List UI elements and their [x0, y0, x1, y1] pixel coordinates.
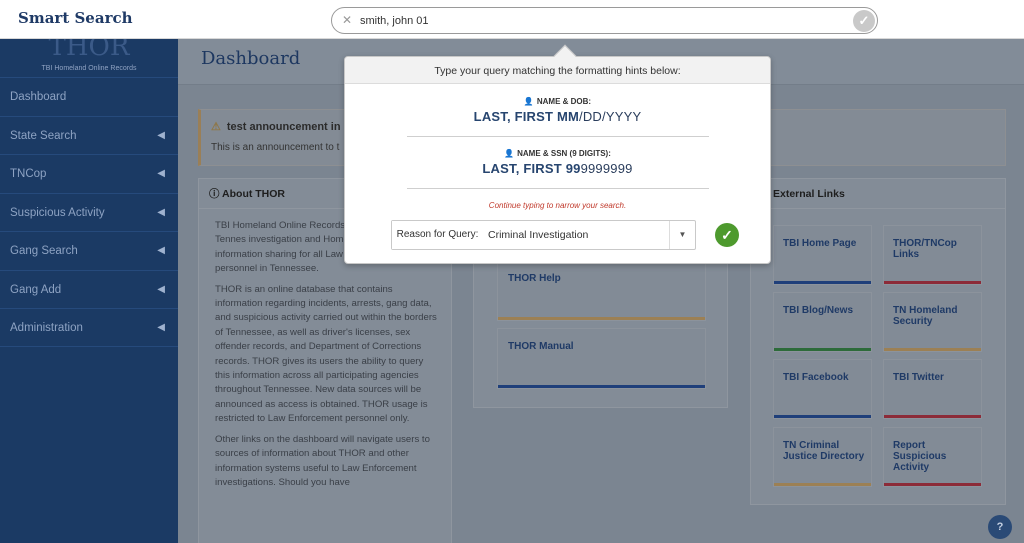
- smart-search-box[interactable]: ✕ ✓: [331, 7, 878, 34]
- link-report-suspicious-activity[interactable]: Report Suspicious Activity: [883, 427, 982, 487]
- sidebar-item-dashboard[interactable]: Dashboard: [0, 77, 178, 116]
- link-label: TBI Twitter: [893, 372, 944, 383]
- search-hint-popup: Type your query matching the formatting …: [344, 44, 771, 264]
- tile-accent-bar: [774, 281, 871, 284]
- user-icon: 👤: [504, 149, 515, 158]
- sidebar-item-label: Suspicious Activity: [10, 206, 105, 219]
- popup-header: Type your query matching the formatting …: [345, 57, 770, 84]
- link-tn-homeland-security[interactable]: TN Homeland Security: [883, 292, 982, 352]
- sidebar-item-label: Gang Add: [10, 283, 62, 296]
- reason-label: Reason for Query:: [392, 221, 484, 249]
- divider: [406, 188, 709, 189]
- sidebar-item-state-search[interactable]: State Search ◀: [0, 115, 178, 155]
- check-icon[interactable]: ✓: [853, 10, 875, 32]
- help-button[interactable]: ?: [988, 515, 1012, 539]
- hint-label: NAME & DOB:: [536, 97, 592, 106]
- caret-left-icon: ◀: [157, 129, 165, 141]
- logo-subtitle: TBI Homeland Online Records: [41, 65, 137, 72]
- external-links-panel: External Links TBI Home Page THOR/TNCop …: [750, 178, 1006, 505]
- page-title: Dashboard: [201, 48, 301, 69]
- about-paragraph: Other links on the dashboard will naviga…: [215, 433, 430, 488]
- announcement-body: This is an announcement to t: [211, 142, 340, 153]
- chevron-down-icon[interactable]: ▼: [669, 221, 695, 249]
- caret-left-icon: ◀: [157, 168, 165, 179]
- sidebar-item-tncop[interactable]: TNCop ◀: [0, 154, 178, 193]
- about-paragraph: THOR is an online database that contains…: [215, 283, 437, 425]
- tile-accent-bar: [884, 348, 981, 351]
- search-input[interactable]: [360, 11, 840, 31]
- link-label: TBI Home Page: [783, 238, 857, 249]
- tile-accent-bar: [498, 317, 705, 320]
- caret-left-icon: ◀: [157, 206, 165, 218]
- sidebar-item-label: Dashboard: [10, 91, 67, 103]
- link-label: Report Suspicious Activity: [893, 440, 947, 473]
- sidebar-item-gang-add[interactable]: Gang Add ◀: [0, 269, 178, 309]
- sidebar-item-label: Administration: [10, 322, 83, 334]
- link-label: TBI Facebook: [783, 372, 849, 383]
- resource-tile-thor-help[interactable]: THOR Help: [497, 260, 706, 321]
- link-label: TN Homeland Security: [893, 305, 958, 327]
- logo[interactable]: THOR TBI Homeland Online Records: [0, 39, 178, 77]
- sidebar-item-label: State Search: [10, 129, 77, 142]
- hint-format-rest: /DD/YYYY: [579, 109, 642, 124]
- link-thor-tncop-links[interactable]: THOR/TNCop Links: [883, 225, 982, 285]
- external-links-title: External Links: [751, 179, 1005, 209]
- resource-label: THOR Manual: [508, 341, 574, 352]
- link-label: TN Criminal Justice Directory: [783, 440, 865, 462]
- sidebar-item-administration[interactable]: Administration ◀: [0, 308, 178, 347]
- caret-left-icon: ◀: [157, 245, 165, 256]
- link-label: THOR/TNCop Links: [893, 238, 957, 260]
- hint-format-rest: 9999999: [580, 161, 633, 176]
- link-tn-criminal-justice-directory[interactable]: TN Criminal Justice Directory: [773, 427, 872, 487]
- link-tbi-blog-news[interactable]: TBI Blog/News: [773, 292, 872, 352]
- tile-accent-bar: [884, 483, 981, 486]
- app-title: Smart Search: [18, 9, 133, 27]
- continue-typing-message: Continue typing to narrow your search.: [488, 201, 627, 210]
- sidebar: THOR TBI Homeland Online Records Dashboa…: [0, 39, 178, 543]
- reason-for-query-select[interactable]: Reason for Query: Criminal Investigation…: [391, 220, 696, 250]
- tile-accent-bar: [498, 385, 705, 388]
- link-label: TBI Blog/News: [783, 305, 854, 316]
- top-bar: Smart Search ✕ ✓: [0, 0, 1024, 39]
- caret-left-icon: ◀: [157, 322, 165, 333]
- link-tbi-home-page[interactable]: TBI Home Page: [773, 225, 872, 285]
- user-icon: 👤: [523, 97, 534, 106]
- resource-tile-thor-manual[interactable]: THOR Manual: [497, 328, 706, 389]
- warning-icon: ⚠: [211, 121, 221, 133]
- divider: [406, 136, 709, 137]
- hint-format-bold: LAST, FIRST 99: [482, 161, 581, 176]
- link-tbi-twitter[interactable]: TBI Twitter: [883, 359, 982, 419]
- hint-name-ssn: 👤 NAME & SSN (9 DIGITS): LAST, FIRST 9999…: [345, 149, 770, 176]
- sidebar-item-gang-search[interactable]: Gang Search ◀: [0, 231, 178, 270]
- info-icon: ⓘ: [209, 188, 220, 200]
- submit-check-icon[interactable]: ✓: [715, 223, 739, 247]
- tile-accent-bar: [884, 281, 981, 284]
- reason-value: Criminal Investigation: [488, 229, 589, 241]
- sidebar-item-suspicious-activity[interactable]: Suspicious Activity ◀: [0, 192, 178, 232]
- hint-label: NAME & SSN (9 DIGITS):: [517, 149, 611, 158]
- announcement-title: test announcement in d: [226, 121, 351, 133]
- sidebar-item-label: TNCop: [10, 168, 47, 180]
- link-tbi-facebook[interactable]: TBI Facebook: [773, 359, 872, 419]
- tile-accent-bar: [774, 348, 871, 351]
- logo-text: THOR: [48, 39, 130, 59]
- sidebar-item-label: Gang Search: [10, 245, 78, 257]
- hint-name-dob: 👤 NAME & DOB: LAST, FIRST MM/DD/YYYY: [345, 97, 770, 124]
- close-icon[interactable]: ✕: [342, 13, 352, 27]
- hint-format-bold: LAST, FIRST MM: [473, 109, 580, 124]
- tile-accent-bar: [774, 483, 871, 486]
- tile-accent-bar: [774, 415, 871, 418]
- caret-left-icon: ◀: [157, 283, 165, 295]
- resource-label: THOR Help: [508, 273, 561, 284]
- about-title: About THOR: [222, 188, 286, 200]
- tile-accent-bar: [884, 415, 981, 418]
